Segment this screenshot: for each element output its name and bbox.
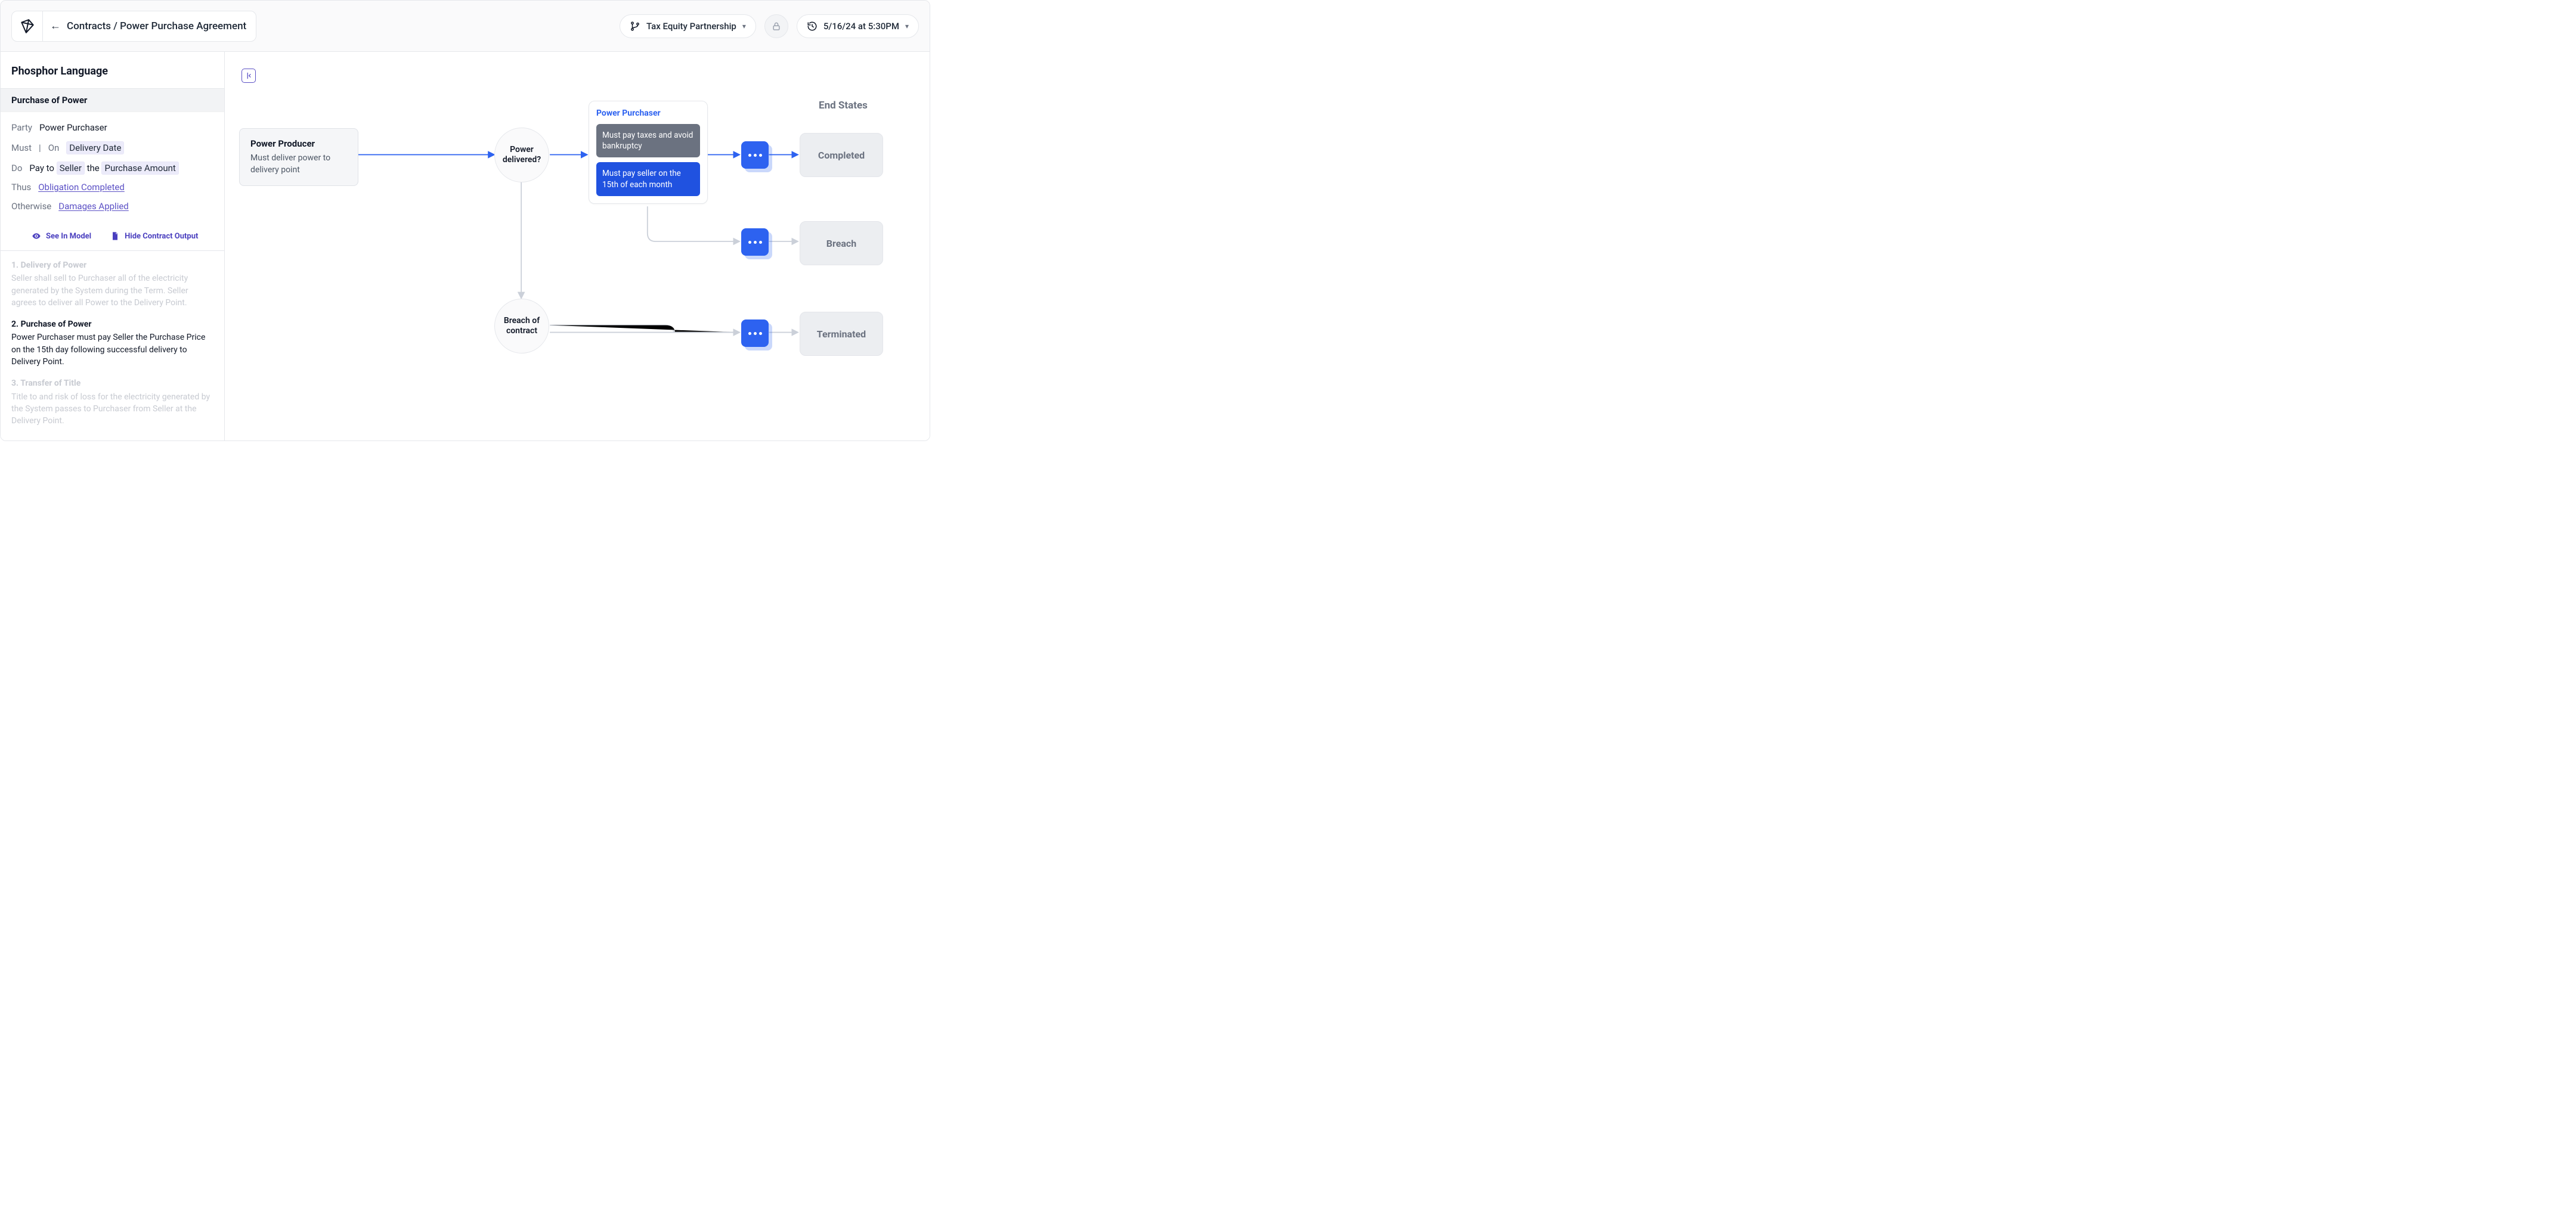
history-icon [807, 21, 818, 32]
node-breach-of-contract[interactable]: Breach of contract [494, 299, 549, 353]
clause-2[interactable]: 2. Purchase of Power Power Purchaser mus… [11, 318, 213, 368]
body: Phosphor Language Purchase of Power Part… [1, 52, 930, 441]
node-power-purchaser-panel[interactable]: Power Purchaser Must pay taxes and avoid… [589, 101, 708, 204]
link-damages-applied[interactable]: Damages Applied [58, 201, 129, 212]
see-in-model-button[interactable]: See In Model [32, 231, 91, 241]
panel-card-taxes[interactable]: Must pay taxes and avoid bankruptcy [596, 124, 700, 157]
row-party: Party Power Purchaser [11, 118, 213, 137]
prism-icon [20, 18, 35, 34]
breadcrumb[interactable]: ← Contracts / Power Purchase Agreement [43, 20, 256, 32]
section-heading[interactable]: Purchase of Power [1, 88, 224, 112]
chevron-down-icon: ▾ [742, 22, 746, 30]
diagram-canvas[interactable]: End States [225, 52, 930, 441]
breadcrumb-prefix: Contracts [67, 20, 111, 32]
app-logo[interactable] [12, 11, 43, 41]
lock-button[interactable] [764, 14, 788, 38]
chip-seller[interactable]: Seller [57, 162, 85, 175]
breadcrumb-pill: ← Contracts / Power Purchase Agreement [11, 11, 256, 42]
app-frame: ← Contracts / Power Purchase Agreement T… [0, 0, 930, 441]
end-state-breach[interactable]: Breach [800, 221, 883, 265]
row-otherwise: Otherwise Damages Applied [11, 197, 213, 216]
expand-button-completed[interactable] [741, 141, 769, 169]
sidebar: Phosphor Language Purchase of Power Part… [1, 52, 225, 441]
lock-icon [771, 21, 782, 32]
chip-delivery-date[interactable]: Delivery Date [66, 141, 124, 154]
chip-purchase-amount[interactable]: Purchase Amount [101, 162, 178, 175]
timestamp-selector[interactable]: 5/16/24 at 5:30PM ▾ [797, 14, 919, 38]
clause-3[interactable]: 3. Transfer of Title Title to and risk o… [11, 377, 213, 427]
eye-icon [32, 231, 41, 241]
document-icon [110, 231, 120, 241]
topbar: ← Contracts / Power Purchase Agreement T… [1, 1, 930, 52]
end-state-terminated[interactable]: Terminated [800, 312, 883, 356]
panel-card-pay-seller[interactable]: Must pay seller on the 15th of each mont… [596, 162, 700, 196]
row-must-on: Must | On Delivery Date [11, 137, 213, 159]
breadcrumb-current: Power Purchase Agreement [120, 20, 246, 32]
row-thus: Thus Obligation Completed [11, 178, 213, 197]
node-power-delivered[interactable]: Power delivered? [494, 128, 549, 182]
branch-selector[interactable]: Tax Equity Partnership ▾ [620, 14, 756, 38]
git-branch-icon [630, 21, 640, 32]
hide-contract-output-button[interactable]: Hide Contract Output [110, 231, 198, 241]
end-state-completed[interactable]: Completed [800, 133, 883, 177]
timestamp-label: 5/16/24 at 5:30PM [823, 21, 899, 32]
chevron-down-icon: ▾ [905, 22, 909, 30]
node-power-producer[interactable]: Power Producer Must deliver power to del… [239, 128, 358, 186]
sidebar-title: Phosphor Language [1, 52, 224, 88]
row-do: Do Pay to Seller the Purchase Amount [11, 159, 213, 178]
clause-list: 1. Delivery of Power Seller shall sell t… [1, 251, 224, 441]
clause-1[interactable]: 1. Delivery of Power Seller shall sell t… [11, 259, 213, 309]
back-arrow-icon[interactable]: ← [50, 20, 61, 32]
branch-label: Tax Equity Partnership [646, 21, 736, 32]
expand-button-breach[interactable] [741, 228, 769, 256]
expand-button-terminated[interactable] [741, 319, 769, 347]
sidebar-action-row: See In Model Hide Contract Output [1, 222, 224, 251]
clause-structure: Party Power Purchaser Must | On Delivery… [1, 112, 224, 222]
link-obligation-completed[interactable]: Obligation Completed [38, 182, 125, 193]
